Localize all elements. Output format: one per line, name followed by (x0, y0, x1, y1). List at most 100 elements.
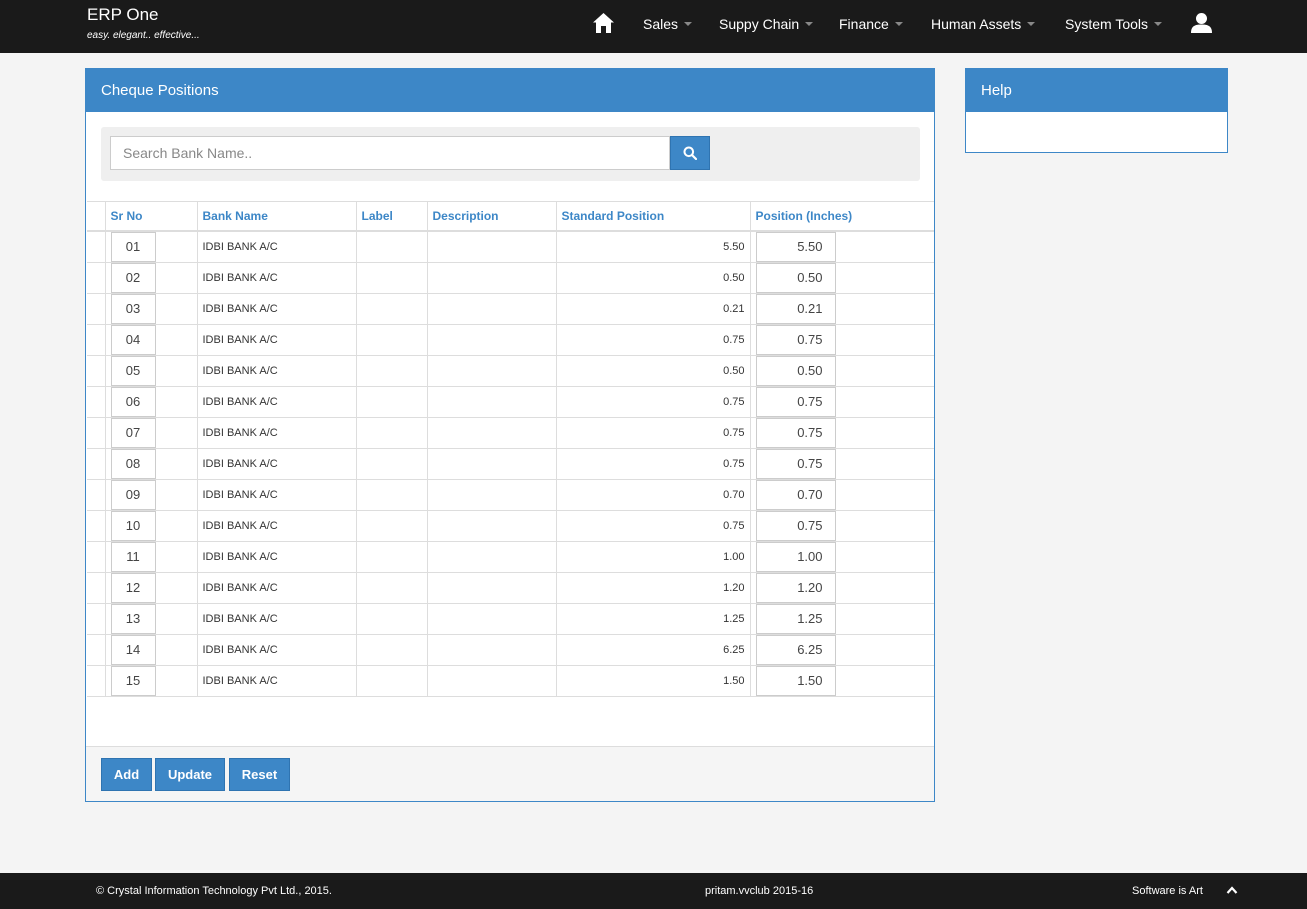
row-spacer (87, 479, 105, 511)
position-inches-input[interactable] (755, 572, 836, 603)
chevron-up-icon[interactable] (1226, 885, 1238, 895)
position-inches-input[interactable] (755, 386, 836, 417)
nav-finance-label: Finance (839, 16, 889, 32)
nav-finance[interactable]: Finance (839, 16, 903, 32)
position-inches-input[interactable] (755, 510, 836, 541)
sr-no-field[interactable]: 02 (110, 262, 156, 293)
sr-no-field[interactable]: 01 (110, 231, 156, 262)
nav-sales[interactable]: Sales (643, 16, 693, 32)
position-inches-input[interactable] (755, 479, 836, 510)
position-inches-input[interactable] (755, 417, 836, 448)
table-row[interactable]: 06 IDBI BANK A/C 0.75 (87, 386, 934, 418)
column-header-sr-no[interactable]: Sr No (104, 201, 197, 232)
row-spacer (87, 417, 105, 449)
row-spacer (87, 572, 105, 604)
table-row[interactable]: 14 IDBI BANK A/C 6.25 (87, 634, 934, 666)
position-inches-input[interactable] (755, 262, 836, 293)
description-cell (426, 541, 556, 573)
description-cell (426, 479, 556, 511)
sr-no-field[interactable]: 04 (110, 324, 156, 355)
search-button[interactable] (670, 136, 710, 170)
label-cell (355, 634, 427, 666)
reset-button[interactable]: Reset (229, 758, 290, 791)
help-title: Help (966, 69, 1227, 112)
label-cell (355, 541, 427, 573)
sr-no-field[interactable]: 14 (110, 634, 156, 665)
position-inches-input[interactable] (755, 541, 836, 572)
position-inches-input[interactable] (755, 634, 836, 665)
caret-down-icon (1154, 22, 1162, 26)
bank-name-cell: IDBI BANK A/C (196, 448, 356, 480)
user-icon[interactable] (1190, 12, 1213, 34)
position-cell (749, 324, 934, 356)
update-button[interactable]: Update (155, 758, 225, 791)
table-row[interactable]: 01 IDBI BANK A/C 5.50 (87, 230, 934, 263)
table-row[interactable]: 09 IDBI BANK A/C 0.70 (87, 479, 934, 511)
sr-no-field[interactable]: 09 (110, 479, 156, 510)
label-cell (355, 262, 427, 294)
sr-no-field[interactable]: 08 (110, 448, 156, 479)
nav-supply-chain[interactable]: Suppy Chain (719, 16, 814, 32)
table-row[interactable]: 08 IDBI BANK A/C 0.75 (87, 448, 934, 480)
standard-position-cell: 0.75 (555, 324, 750, 356)
sr-no-field[interactable]: 03 (110, 293, 156, 324)
sr-no-field[interactable]: 13 (110, 603, 156, 634)
position-inches-input[interactable] (755, 355, 836, 386)
table-row[interactable]: 04 IDBI BANK A/C 0.75 (87, 324, 934, 356)
column-header-position-inches[interactable]: Position (Inches) (749, 201, 934, 232)
standard-position-cell: 0.50 (555, 355, 750, 387)
bank-name-cell: IDBI BANK A/C (196, 355, 356, 387)
bank-name-cell: IDBI BANK A/C (196, 510, 356, 542)
sr-no-field[interactable]: 05 (110, 355, 156, 386)
position-inches-input[interactable] (755, 448, 836, 479)
table-row[interactable]: 13 IDBI BANK A/C 1.25 (87, 603, 934, 635)
position-cell (749, 510, 934, 542)
label-cell (355, 510, 427, 542)
position-inches-input[interactable] (755, 603, 836, 634)
sr-no-field[interactable]: 07 (110, 417, 156, 448)
label-cell (355, 572, 427, 604)
label-cell (355, 230, 427, 263)
table-row[interactable]: 12 IDBI BANK A/C 1.20 (87, 572, 934, 604)
sr-no-field[interactable]: 12 (110, 572, 156, 603)
home-icon[interactable] (592, 12, 615, 34)
search-input[interactable] (110, 136, 670, 170)
sr-no-field[interactable]: 15 (110, 665, 156, 696)
position-inches-input[interactable] (755, 324, 836, 355)
sr-no-field[interactable]: 10 (110, 510, 156, 541)
bank-name-cell: IDBI BANK A/C (196, 230, 356, 263)
add-button[interactable]: Add (101, 758, 152, 791)
table-row[interactable]: 03 IDBI BANK A/C 0.21 (87, 293, 934, 325)
standard-position-cell: 1.50 (555, 665, 750, 697)
table-row[interactable]: 15 IDBI BANK A/C 1.50 (87, 665, 934, 697)
nav-sales-label: Sales (643, 16, 679, 32)
position-inches-input[interactable] (755, 231, 836, 262)
table-row[interactable]: 11 IDBI BANK A/C 1.00 (87, 541, 934, 573)
standard-position-cell: 1.00 (555, 541, 750, 573)
table-row[interactable]: 05 IDBI BANK A/C 0.50 (87, 355, 934, 387)
description-cell (426, 386, 556, 418)
nav-system-tools[interactable]: System Tools (1065, 16, 1162, 32)
column-header-description[interactable]: Description (426, 201, 556, 232)
column-header-bank-name[interactable]: Bank Name (196, 201, 356, 232)
position-inches-input[interactable] (755, 665, 836, 696)
column-header-label[interactable]: Label (355, 201, 427, 232)
sr-no-field[interactable]: 06 (110, 386, 156, 417)
table-row[interactable]: 10 IDBI BANK A/C 0.75 (87, 510, 934, 542)
row-spacer (87, 386, 105, 418)
table-row[interactable]: 02 IDBI BANK A/C 0.50 (87, 262, 934, 294)
row-spacer (87, 448, 105, 480)
standard-position-cell: 1.20 (555, 572, 750, 604)
row-spacer (87, 603, 105, 635)
row-spacer (87, 230, 105, 263)
table-row[interactable]: 07 IDBI BANK A/C 0.75 (87, 417, 934, 449)
position-inches-input[interactable] (755, 293, 836, 324)
label-cell (355, 603, 427, 635)
nav-human-assets[interactable]: Human Assets (931, 16, 1036, 32)
label-cell (355, 355, 427, 387)
brand[interactable]: ERP One easy. elegant.. effective... (87, 5, 200, 41)
search-bar (101, 127, 920, 181)
sr-no-field[interactable]: 11 (110, 541, 156, 572)
position-cell (749, 448, 934, 480)
column-header-standard-position[interactable]: Standard Position (555, 201, 750, 232)
